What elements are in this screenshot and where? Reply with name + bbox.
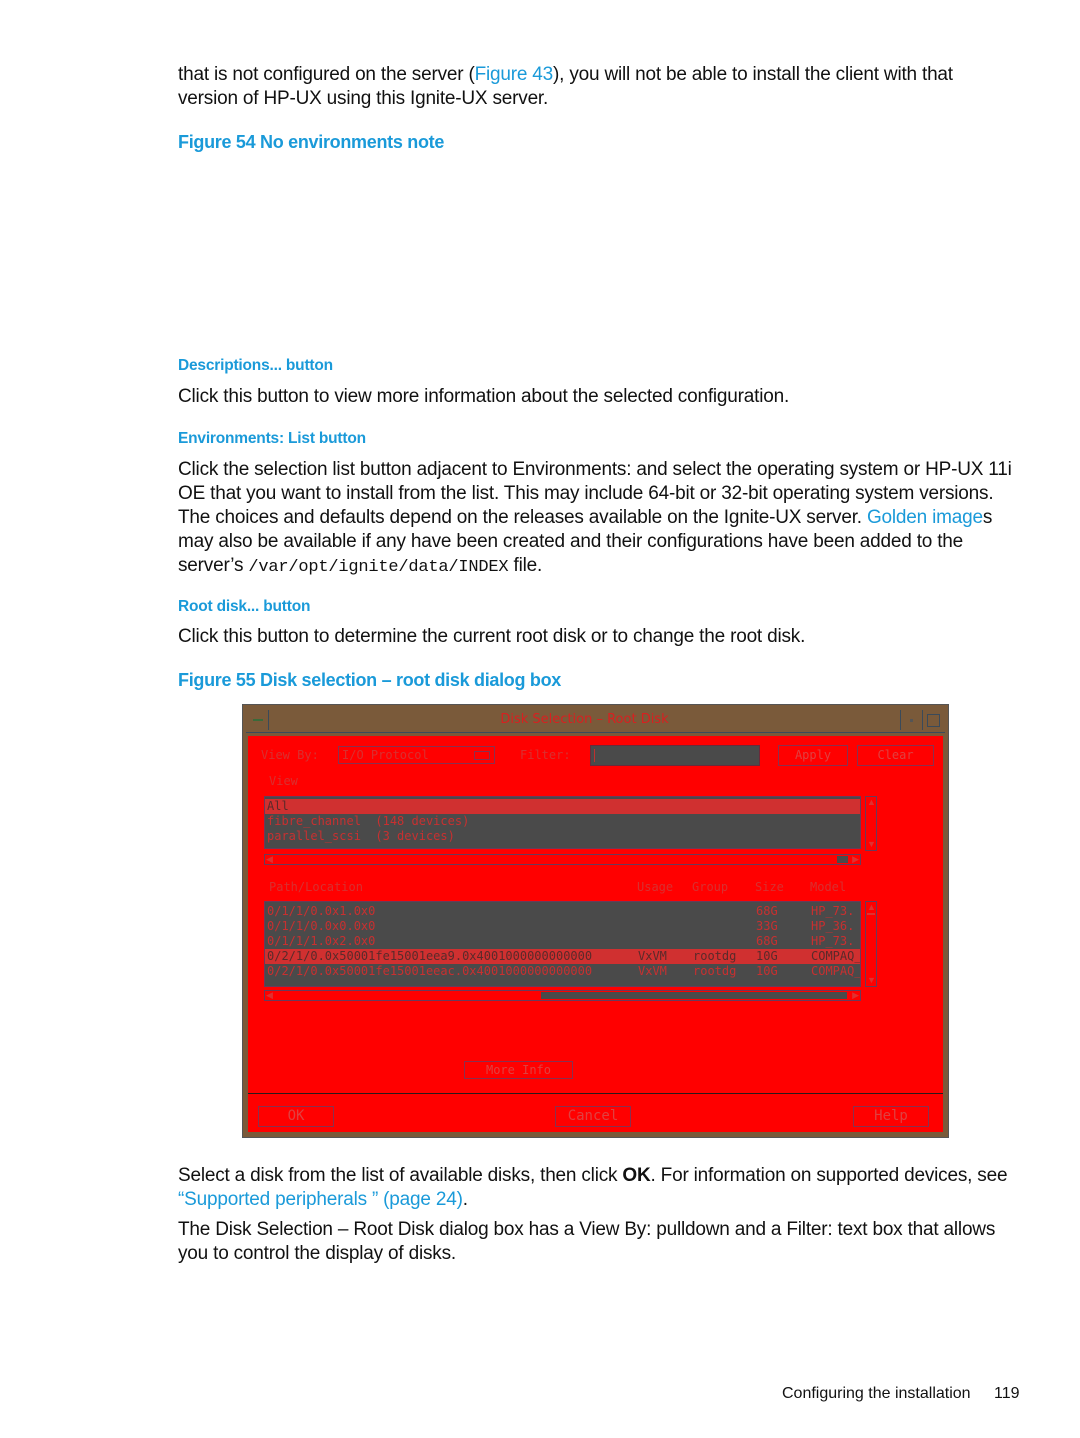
intro-paragraph: that is not configured on the server (Fi… (178, 63, 1023, 111)
figure-54-caption: Figure 54 No environments note (178, 132, 445, 152)
select-disk-text: Select a disk from the list of available… (178, 1165, 623, 1186)
header-size: Size (755, 880, 784, 894)
select-disk-text-2: . For information on supported devices, … (650, 1165, 1008, 1186)
disk-cell-size: 68G (756, 934, 778, 948)
filter-label: Filter: (520, 748, 571, 762)
scroll-left-arrow-icon[interactable]: ◀ (266, 991, 273, 1000)
descriptions-heading: Descriptions... button (178, 357, 333, 374)
view-list[interactable]: All fibre_channel (148 devices) parallel… (264, 796, 861, 849)
clear-button[interactable]: Clear (857, 745, 934, 766)
golden-image-link[interactable]: Golden image (867, 507, 983, 528)
view-label: View (269, 774, 298, 788)
root-disk-heading: Root disk... button (178, 598, 311, 615)
view-list-item[interactable]: fibre_channel (148 devices) (265, 814, 860, 829)
filter-input[interactable] (590, 745, 760, 766)
disk-cell-group: rootdg (693, 964, 737, 978)
select-disk-text-3: . (462, 1189, 468, 1210)
disk-cell-usage: VxVM (638, 964, 667, 978)
maximize-icon[interactable] (922, 710, 943, 730)
header-path: Path/Location (269, 880, 363, 894)
view-item-label: All (267, 799, 289, 813)
view-list-item[interactable]: All (265, 799, 860, 814)
disk-selection-dialog: Disk Selection – Root Disk View By: I/O … (242, 704, 949, 1138)
scroll-left-arrow-icon[interactable]: ◀ (266, 855, 273, 864)
dialog-titlebar: Disk Selection – Root Disk (246, 708, 945, 733)
footer-section-title: Configuring the installation (782, 1385, 971, 1402)
descriptions-text: Click this button to view more informati… (178, 386, 790, 407)
view-item-label: parallel_scsi (3 devices) (267, 829, 455, 843)
scroll-right-arrow-icon[interactable]: ▶ (852, 991, 859, 1000)
window-menu-icon[interactable] (248, 710, 269, 730)
header-model: Model (810, 880, 847, 894)
header-group: Group (692, 880, 729, 894)
view-list-item[interactable]: parallel_scsi (3 devices) (265, 829, 860, 844)
root-disk-text: Click this button to determine the curre… (178, 626, 806, 647)
disk-cell-model: COMPAQ_ (811, 949, 861, 963)
hscroll-thumb[interactable] (837, 856, 848, 863)
disk-cell-path: 0/1/1/0.0x1.0x0 (267, 904, 376, 918)
scroll-down-arrow-icon[interactable]: ▼ (867, 840, 876, 849)
disk-list-vscrollbar[interactable]: ▲ ▼ (865, 901, 877, 987)
disk-cell-size: 68G (756, 904, 778, 918)
environments-heading: Environments: List button (178, 430, 366, 447)
scroll-up-arrow-icon[interactable]: ▲ (867, 798, 876, 807)
intro-text-3: version of HP-UX using this Ignite-UX se… (178, 88, 549, 109)
disk-cell-group: rootdg (693, 949, 737, 963)
minimize-icon[interactable] (900, 710, 921, 730)
disk-list-row[interactable]: 0/1/1/0.0x1.0x0 68G HP_73. (265, 904, 860, 919)
ok-button[interactable]: OK (258, 1106, 334, 1127)
select-disk-paragraph: Select a disk from the list of available… (178, 1164, 1023, 1212)
dialog-separator (248, 1093, 943, 1094)
more-info-button[interactable]: More Info (464, 1061, 573, 1079)
intro-text-2: ), you will not be able to install the c… (553, 64, 953, 85)
view-by-label: View By: (261, 748, 319, 762)
dialog-client-area: View By: I/O Protocol Filter: Apply Clea… (248, 736, 943, 1132)
scroll-up-arrow-icon[interactable]: ▲ (867, 903, 876, 912)
disk-cell-model: COMPAQ_ (811, 964, 861, 978)
disk-list-row[interactable]: 0/2/1/0.0x50001fe15001eea9.0x40010000000… (265, 949, 860, 964)
supported-peripherals-link[interactable]: “Supported peripherals ” (page 24) (178, 1189, 463, 1210)
scroll-right-arrow-icon[interactable]: ▶ (852, 855, 859, 864)
disk-cell-path: 0/1/1/1.0x2.0x0 (267, 934, 376, 948)
help-button[interactable]: Help (853, 1106, 929, 1127)
view-by-value: I/O Protocol (342, 748, 429, 762)
dialog-title: Disk Selection – Root Disk (500, 712, 669, 727)
view-by-dropdown[interactable]: I/O Protocol (338, 746, 495, 764)
disk-list-row[interactable]: 0/1/1/1.0x2.0x0 68G HP_73. (265, 934, 860, 949)
cancel-button[interactable]: Cancel (555, 1106, 631, 1127)
view-list-hscrollbar[interactable]: ◀ ▶ (264, 854, 861, 865)
ok-emphasis: OK (622, 1165, 651, 1186)
disk-list[interactable]: 0/1/1/0.0x1.0x0 68G HP_73. 0/1/1/0.0x0.0x0 3… (264, 901, 861, 987)
disk-cell-path: 0/2/1/0.0x50001fe15001eea9.0x40010000000… (267, 949, 593, 963)
environments-paragraph: Click the selection list button adjacent… (178, 458, 1023, 580)
page-number: 119 (994, 1385, 1020, 1402)
dropdown-indicator-icon (474, 751, 490, 760)
intro-text: that is not configured on the server ( (178, 64, 475, 85)
vscroll-thumb[interactable] (867, 913, 875, 915)
dialog-description-paragraph: The Disk Selection – Root Disk dialog bo… (178, 1219, 996, 1264)
disk-cell-path: 0/1/1/0.0x0.0x0 (267, 919, 376, 933)
disk-cell-model: HP_73. (811, 934, 855, 948)
disk-cell-size: 33G (756, 919, 778, 933)
figure-43-link[interactable]: Figure 43 (475, 64, 554, 85)
disk-cell-path: 0/2/1/0.0x50001fe15001eeac.0x40010000000… (267, 964, 593, 978)
disk-cell-usage: VxVM (638, 949, 667, 963)
scroll-down-arrow-icon[interactable]: ▼ (867, 976, 876, 985)
view-item-label: fibre_channel (148 devices) (267, 814, 470, 828)
disk-cell-size: 10G (756, 949, 778, 963)
view-list-vscrollbar[interactable]: ▲ ▼ (865, 796, 877, 851)
disk-list-hscrollbar[interactable]: ◀ ▶ (264, 990, 861, 1001)
hscroll-track (541, 992, 847, 999)
disk-list-row[interactable]: 0/2/1/0.0x50001fe15001eeac.0x40010000000… (265, 964, 860, 979)
disk-cell-model: HP_73. (811, 904, 855, 918)
disk-cell-size: 10G (756, 964, 778, 978)
disk-list-row[interactable]: 0/1/1/0.0x0.0x0 33G HP_36. (265, 919, 860, 934)
figure-55-caption: Figure 55 Disk selection – root disk dia… (178, 670, 561, 690)
environments-text-3: file. (508, 555, 543, 576)
header-usage: Usage (637, 880, 674, 894)
disk-cell-model: HP_36. (811, 919, 855, 933)
apply-button[interactable]: Apply (778, 745, 848, 766)
index-file-path: /var/opt/ignite/data/INDEX (248, 558, 509, 577)
